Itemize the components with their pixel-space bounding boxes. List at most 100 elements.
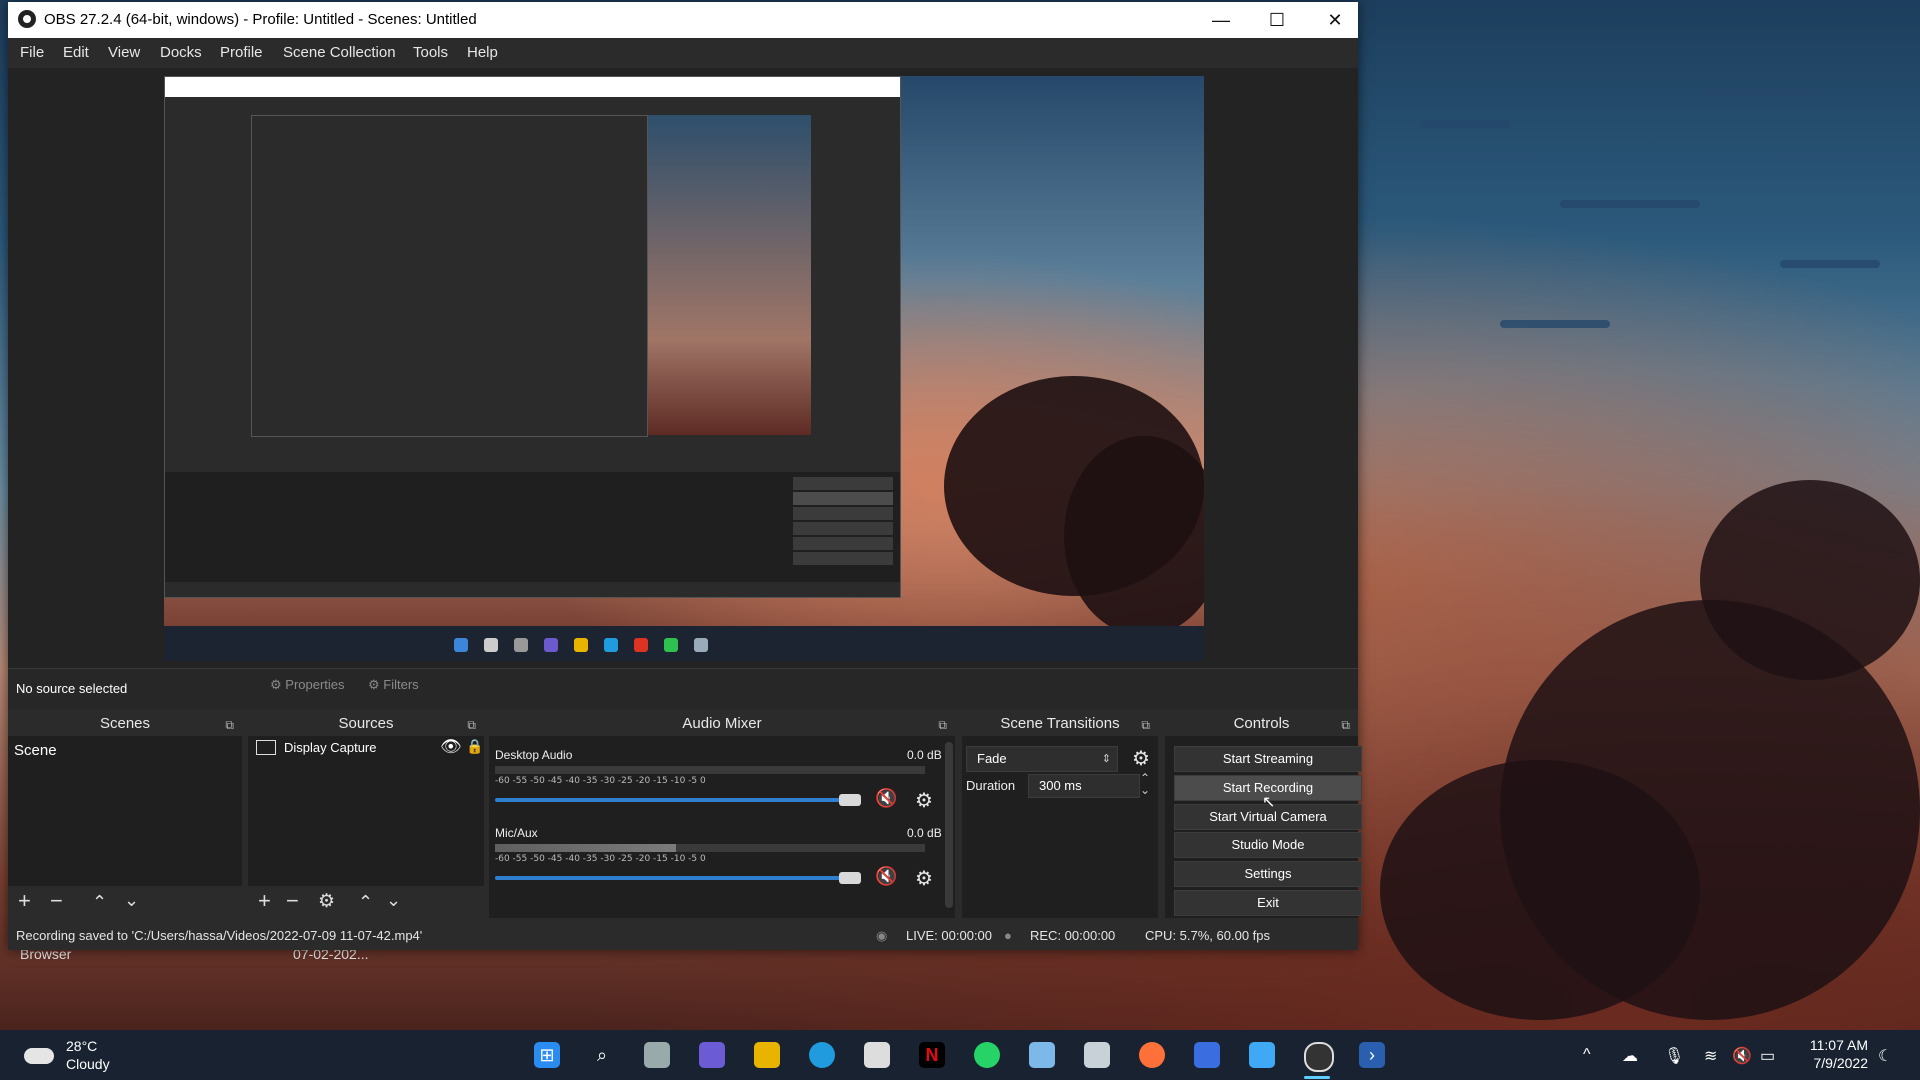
edge-icon[interactable] <box>809 1042 835 1068</box>
volume-meter <box>495 766 925 774</box>
add-source-icon[interactable]: + <box>258 888 271 914</box>
scene-list-item[interactable]: Scene <box>14 742 57 759</box>
clock[interactable]: 11:07 AM 7/9/2022 <box>1810 1036 1868 1072</box>
source-list-item[interactable]: Display Capture 👁 🔒 <box>254 737 483 762</box>
menu-edit[interactable]: Edit <box>63 44 89 61</box>
status-bar: Recording saved to 'C:/Users/hassa/Video… <box>8 920 1358 950</box>
undock-icon[interactable]: ⧉ <box>1141 713 1150 737</box>
filter-icon: ⚙ <box>368 677 380 692</box>
search-icon[interactable]: ⌕ <box>589 1042 615 1068</box>
lock-icon[interactable]: 🔒 <box>466 738 483 755</box>
menu-file[interactable]: File <box>20 44 44 61</box>
maximize-button[interactable]: ☐ <box>1248 2 1306 38</box>
exit-button[interactable]: Exit <box>1174 890 1362 916</box>
speaker-muted-icon[interactable]: 🔇 <box>1732 1046 1752 1066</box>
weather-condition: Cloudy <box>66 1056 110 1072</box>
mixer-scrollbar[interactable] <box>945 742 953 908</box>
volume-slider[interactable] <box>495 876 861 880</box>
studio-mode-button[interactable]: Studio Mode <box>1174 832 1362 858</box>
move-down-icon[interactable]: ⌄ <box>124 890 139 911</box>
channel-name: Mic/Aux <box>495 826 538 840</box>
store-icon[interactable] <box>864 1042 890 1068</box>
gear-icon[interactable]: ⚙ <box>1132 746 1150 771</box>
gear-icon[interactable]: ⚙ <box>915 866 933 891</box>
netflix-icon[interactable]: N <box>919 1042 945 1068</box>
volume-slider-handle[interactable] <box>839 794 861 806</box>
powershell-icon[interactable]: › <box>1359 1042 1385 1068</box>
properties-button[interactable]: ⚙ Properties <box>270 677 345 693</box>
rec-timer: REC: 00:00:00 <box>1030 928 1116 943</box>
clock-time: 11:07 AM <box>1809 1037 1868 1053</box>
remove-scene-icon[interactable]: − <box>50 888 63 914</box>
settings-button[interactable]: Settings <box>1174 861 1362 887</box>
whatsapp-icon[interactable] <box>974 1042 1000 1068</box>
preview-area[interactable] <box>8 68 1358 668</box>
move-down-icon[interactable]: ⌄ <box>386 890 401 911</box>
task-view-icon[interactable] <box>644 1042 670 1068</box>
move-up-icon[interactable]: ⌃ <box>92 892 107 913</box>
notifications-icon[interactable]: ☾ <box>1878 1046 1892 1066</box>
undock-icon[interactable]: ⧉ <box>467 713 476 737</box>
add-scene-icon[interactable]: + <box>18 888 31 914</box>
channel-db: 0.0 dB <box>907 748 942 762</box>
notepad-icon[interactable] <box>1249 1042 1275 1068</box>
filters-button[interactable]: ⚙ Filters <box>368 677 419 693</box>
move-up-icon[interactable]: ⌃ <box>358 892 373 913</box>
live-timer: LIVE: 00:00:00 <box>906 928 993 943</box>
scene-transitions-title: Scene Transitions <box>1000 715 1120 732</box>
mute-icon[interactable]: 🔇 <box>875 788 897 809</box>
volume-meter <box>495 844 925 852</box>
active-app-indicator <box>1304 1076 1330 1079</box>
snipping-icon[interactable] <box>1084 1042 1110 1068</box>
menu-help[interactable]: Help <box>467 44 498 61</box>
menu-tools[interactable]: Tools <box>413 44 448 61</box>
menu-view[interactable]: View <box>108 44 140 61</box>
mouse-cursor-icon: ↖ <box>1262 794 1276 811</box>
scenes-dock: Scenes ⧉ Scene + − ⌃ ⌄ <box>8 712 242 918</box>
undock-icon[interactable]: ⧉ <box>1341 713 1350 737</box>
undock-icon[interactable]: ⧉ <box>938 713 947 737</box>
cloud-icon <box>24 1048 54 1064</box>
start-streaming-button[interactable]: Start Streaming <box>1174 746 1362 772</box>
audio-mixer-header: Audio Mixer ⧉ <box>489 712 955 736</box>
mute-icon[interactable]: 🔇 <box>875 866 897 887</box>
duration-stepper[interactable]: ⌃ ⌄ <box>1140 772 1150 796</box>
menu-scene-collection[interactable]: Scene Collection <box>283 44 396 61</box>
filters-label: Filters <box>383 677 419 692</box>
minimize-button[interactable]: — <box>1192 2 1250 38</box>
onedrive-icon[interactable]: ☁ <box>1622 1046 1638 1066</box>
start-icon[interactable]: ⊞ <box>534 1042 560 1068</box>
microphone-icon[interactable]: 🎙 <box>1664 1046 1684 1066</box>
undock-icon[interactable]: ⧉ <box>225 713 234 737</box>
remote-icon[interactable] <box>1194 1042 1220 1068</box>
window-title: OBS 27.2.4 (64-bit, windows) - Profile: … <box>44 11 477 28</box>
gear-icon[interactable]: ⚙ <box>915 788 933 813</box>
wifi-icon[interactable]: ≋ <box>1704 1046 1717 1066</box>
remove-source-icon[interactable]: − <box>286 888 299 914</box>
cpu-status: CPU: 5.7%, 60.00 fps <box>1145 928 1271 943</box>
volume-slider-handle[interactable] <box>839 872 861 884</box>
chat-icon[interactable] <box>699 1042 725 1068</box>
battery-icon[interactable]: ▭ <box>1760 1046 1775 1066</box>
transition-select[interactable]: Fade ⇕ <box>966 746 1118 772</box>
nested-obs-capture <box>164 76 901 598</box>
menu-profile[interactable]: Profile <box>220 44 263 61</box>
firefox-icon[interactable] <box>1139 1042 1165 1068</box>
eye-icon[interactable]: 👁 <box>440 737 462 757</box>
volume-meter-fill <box>495 844 676 852</box>
gear-icon[interactable]: ⚙ <box>318 890 335 913</box>
file-explorer-icon[interactable] <box>754 1042 780 1068</box>
source-toolbar: No source selected ⚙ Properties ⚙ Filter… <box>8 668 1358 709</box>
scenes-header: Scenes ⧉ <box>8 712 242 736</box>
volume-slider[interactable] <box>495 798 861 802</box>
photos-icon[interactable] <box>1029 1042 1055 1068</box>
scene-transitions-header: Scene Transitions ⧉ <box>962 712 1158 736</box>
chevron-up-icon[interactable]: ^ <box>1583 1046 1591 1064</box>
weather-temp: 28°C <box>66 1038 98 1054</box>
close-button[interactable]: ✕ <box>1306 2 1364 38</box>
menu-docks[interactable]: Docks <box>160 44 202 61</box>
obs-icon[interactable] <box>1304 1042 1334 1072</box>
duration-input[interactable]: 300 ms <box>1028 774 1140 798</box>
scenes-title: Scenes <box>99 715 151 732</box>
obs-app-icon <box>18 10 36 28</box>
